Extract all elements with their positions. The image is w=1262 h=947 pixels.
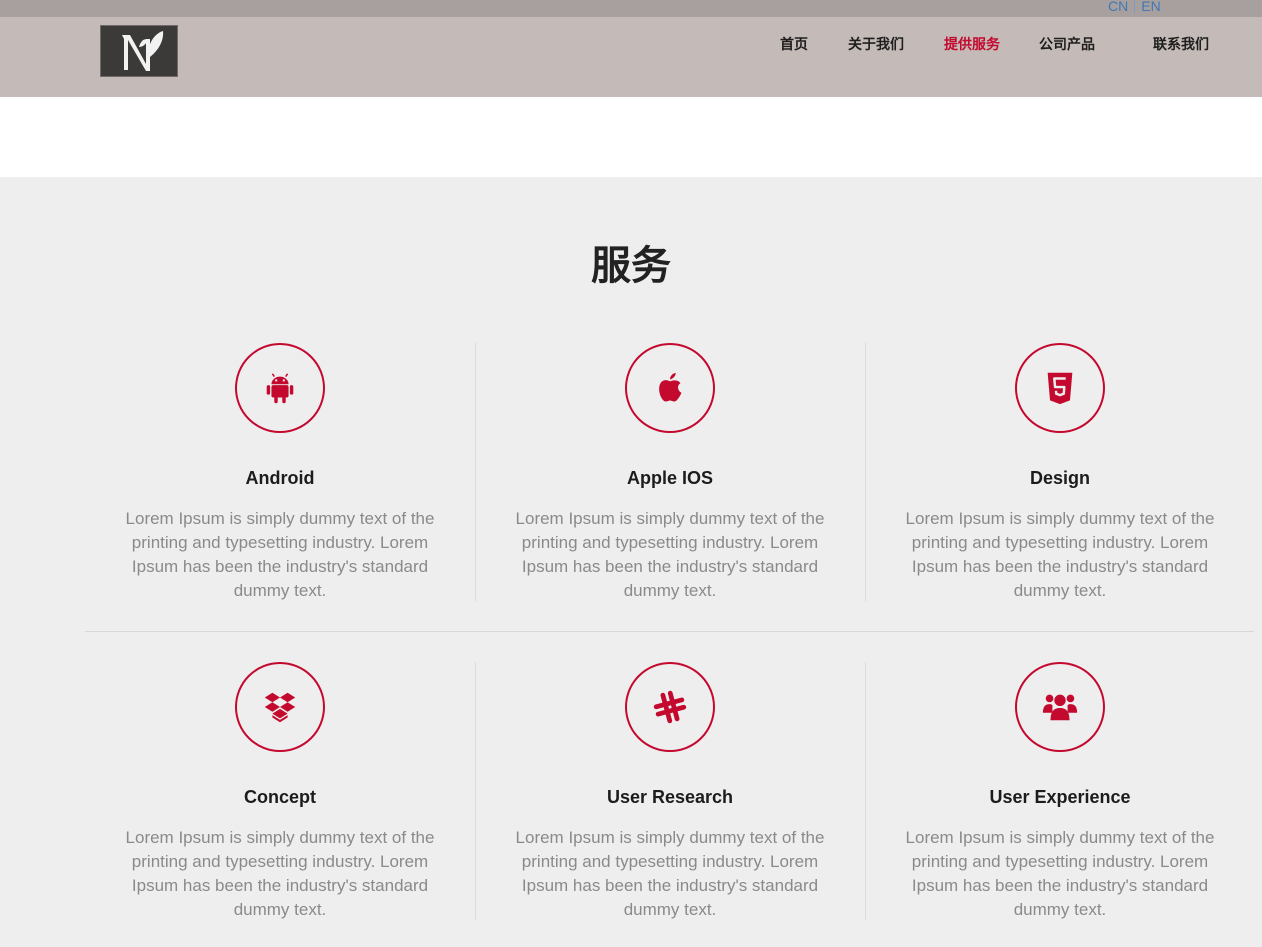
- language-cn-link[interactable]: CN: [1108, 0, 1128, 14]
- language-en-link[interactable]: EN: [1141, 0, 1160, 14]
- nav-item-products[interactable]: 公司产品: [1039, 34, 1095, 54]
- service-description: Lorem Ipsum is simply dummy text of the …: [125, 828, 435, 919]
- header-spacer: [0, 97, 1262, 177]
- language-separator: [1134, 0, 1136, 13]
- service-description: Lorem Ipsum is simply dummy text of the …: [515, 509, 825, 600]
- apple-icon: [659, 372, 682, 402]
- dropbox-icon: [264, 692, 296, 723]
- service-description: Lorem Ipsum is simply dummy text of the …: [905, 828, 1215, 919]
- nav-item-services[interactable]: 提供服务: [944, 34, 1000, 54]
- slack-icon: [653, 690, 687, 724]
- top-bar: CN EN: [0, 0, 1262, 17]
- section-title: 服务: [591, 243, 671, 289]
- service-title: Design: [1029, 468, 1090, 488]
- language-switch: CN EN: [1108, 0, 1161, 14]
- nav-item-home[interactable]: 首页: [780, 34, 808, 54]
- service-icon-circle: [235, 343, 325, 433]
- nav-item-about[interactable]: 关于我们: [848, 34, 904, 54]
- row-divider: [85, 631, 1254, 632]
- users-icon: [1042, 694, 1078, 721]
- service-title: Concept: [244, 787, 316, 807]
- services-section: 服务 Android Lorem Ipsum is simply dummy t…: [0, 177, 1262, 947]
- service-title: Apple IOS: [626, 468, 713, 488]
- html5-icon: [1047, 372, 1073, 405]
- service-description: Lorem Ipsum is simply dummy text of the …: [125, 509, 435, 600]
- nav-item-contact[interactable]: 联系我们: [1153, 34, 1209, 54]
- service-icon-circle: [1015, 662, 1105, 752]
- service-title: User Research: [606, 787, 734, 807]
- service-icon-circle: [1015, 343, 1105, 433]
- android-icon: [266, 373, 294, 404]
- service-icon-circle: [625, 343, 715, 433]
- service-icon-circle: [235, 662, 325, 752]
- main-nav: 首页 关于我们 提供服务 公司产品 联系我们: [0, 34, 1262, 54]
- service-title: User Experience: [989, 787, 1131, 807]
- site-header: 首页 关于我们 提供服务 公司产品 联系我们: [0, 17, 1262, 97]
- service-title: Android: [245, 468, 315, 488]
- service-icon-circle: [625, 662, 715, 752]
- service-description: Lorem Ipsum is simply dummy text of the …: [905, 509, 1215, 600]
- service-description: Lorem Ipsum is simply dummy text of the …: [515, 828, 825, 919]
